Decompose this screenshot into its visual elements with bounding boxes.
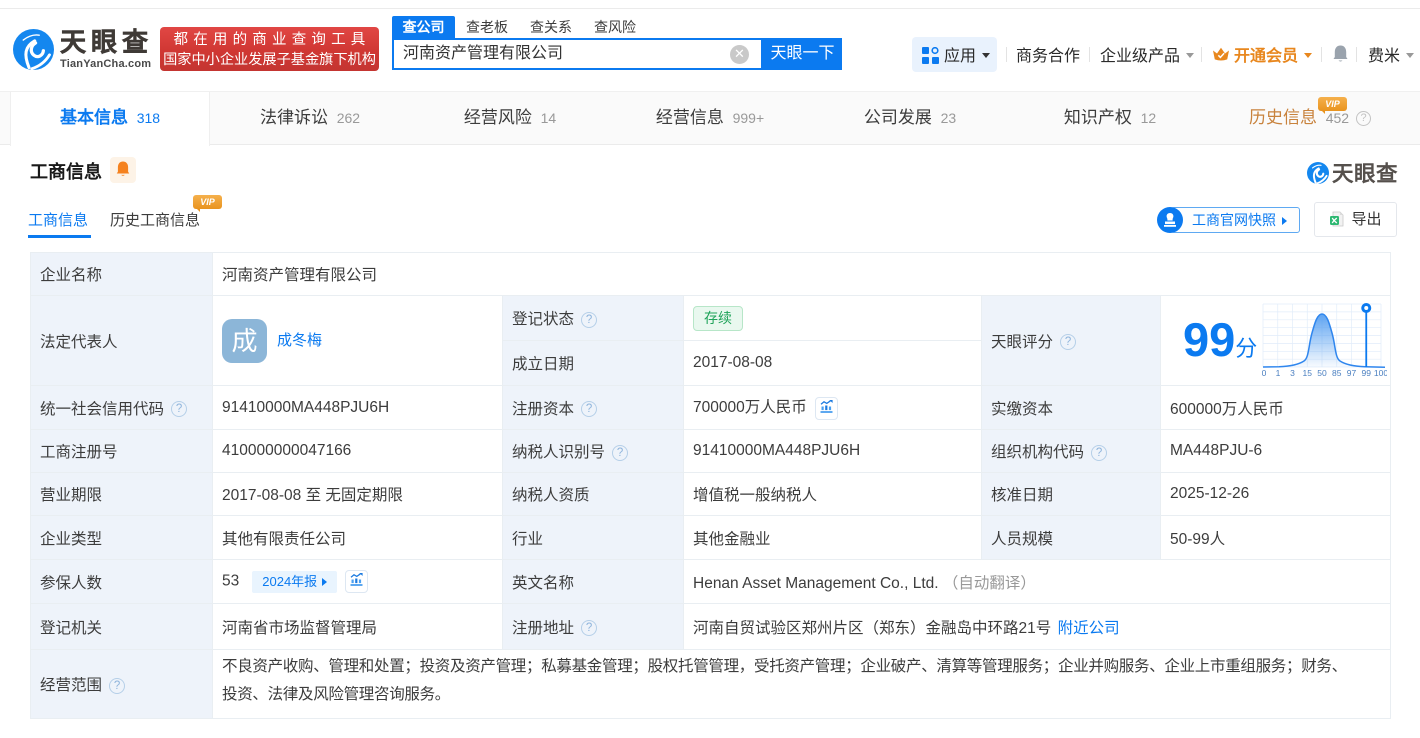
- svg-text:85: 85: [1332, 368, 1342, 378]
- svg-text:3: 3: [1290, 368, 1295, 378]
- svg-text:0: 0: [1262, 368, 1267, 378]
- svg-text:1: 1: [1276, 368, 1281, 378]
- svg-text:15: 15: [1303, 368, 1313, 378]
- svg-text:99: 99: [1362, 368, 1372, 378]
- svg-text:50: 50: [1317, 368, 1327, 378]
- svg-text:97: 97: [1347, 368, 1357, 378]
- svg-text:100: 100: [1374, 368, 1387, 378]
